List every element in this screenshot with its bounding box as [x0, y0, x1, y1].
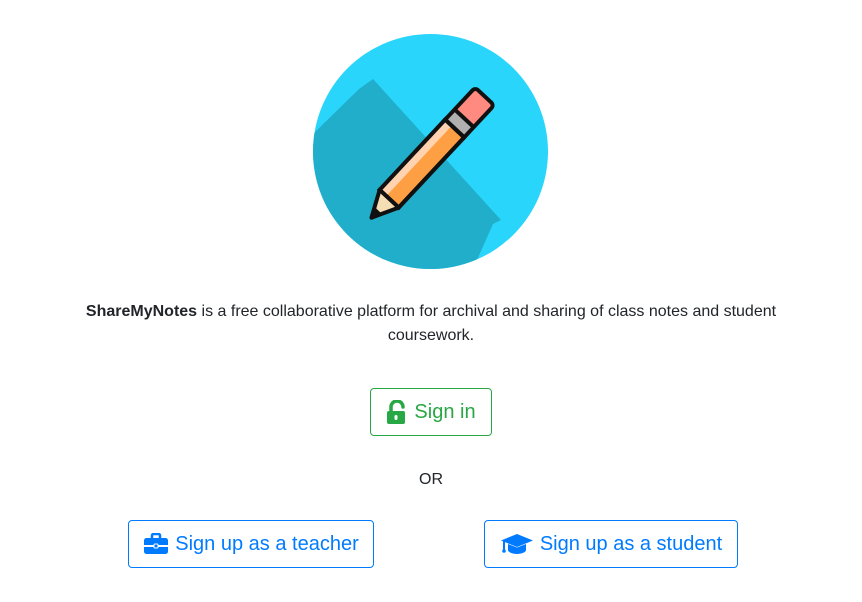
sign-in-button[interactable]: Sign in [370, 388, 492, 436]
landing-page: ShareMyNotes is a free collaborative pla… [0, 0, 862, 602]
sign-up-teacher-button[interactable]: Sign up as a teacher [128, 520, 374, 568]
graduation-cap-icon [500, 533, 534, 555]
or-divider: OR [419, 471, 443, 488]
tagline-text: is a free collaborative platform for arc… [201, 303, 777, 344]
sign-up-teacher-label: Sign up as a teacher [175, 532, 359, 555]
unlock-icon [386, 400, 408, 424]
pencil-logo-icon [313, 34, 548, 269]
tagline: ShareMyNotes is a free collaborative pla… [60, 300, 802, 348]
sign-up-student-button[interactable]: Sign up as a student [484, 520, 738, 568]
sign-in-label: Sign in [414, 400, 476, 423]
brand-name: ShareMyNotes [85, 303, 198, 320]
briefcase-icon [143, 533, 169, 555]
sign-up-student-label: Sign up as a student [539, 532, 723, 555]
